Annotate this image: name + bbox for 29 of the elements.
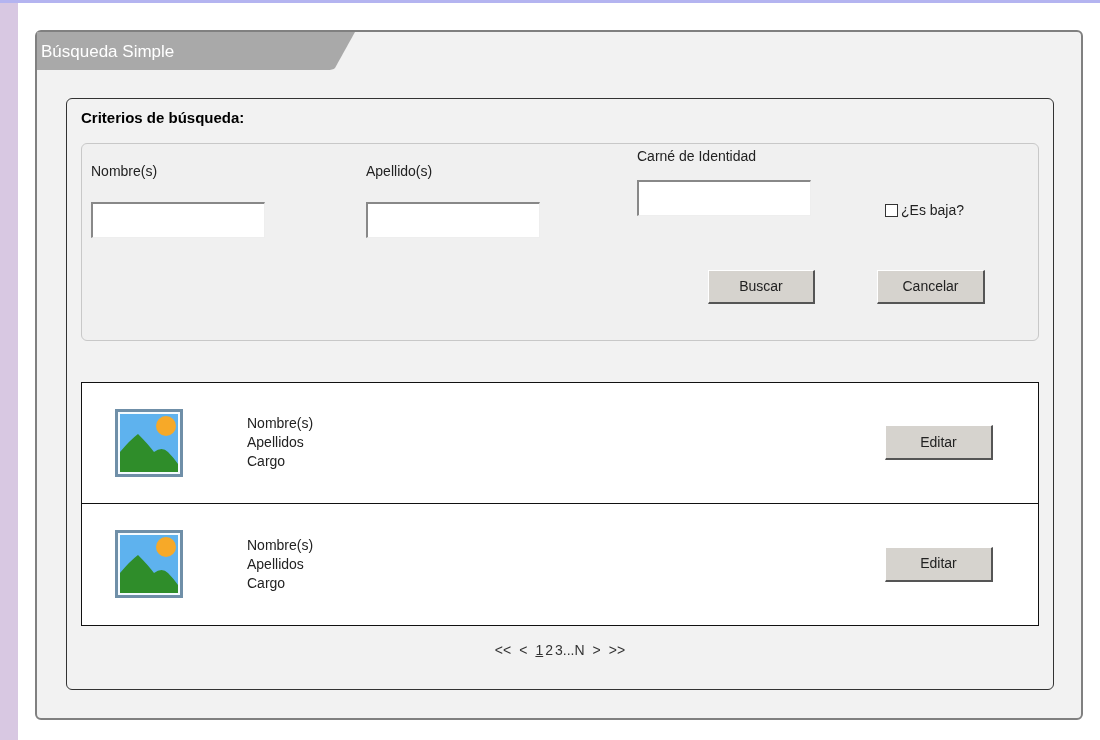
- result-text: Cargo: [247, 452, 286, 472]
- page-link[interactable]: 3...N: [555, 639, 585, 661]
- image-icon: [114, 407, 184, 478]
- input-field[interactable]: [637, 179, 811, 216]
- checkbox-label: ¿Es baja?: [901, 200, 965, 220]
- button[interactable]: Cancelar: [877, 269, 985, 304]
- result-text: Nombre(s): [247, 535, 314, 555]
- field-label: Nombre(s): [91, 161, 158, 181]
- button[interactable]: Buscar: [708, 269, 815, 304]
- previous-page-link[interactable]: <: [519, 639, 528, 661]
- field-label: Apellido(s): [366, 161, 433, 181]
- first-page-link[interactable]: <<: [494, 639, 512, 661]
- result-text: Apellidos: [247, 554, 304, 574]
- next-page-link[interactable]: >: [592, 639, 601, 661]
- field-label: Carné de Identidad: [637, 146, 757, 166]
- page-link[interactable]: 1: [535, 639, 544, 661]
- image-icon: [114, 529, 184, 600]
- result-text: Apellidos: [247, 433, 304, 453]
- edit-button[interactable]: Editar: [885, 425, 993, 461]
- last-page-link[interactable]: >>: [608, 639, 626, 661]
- input-field[interactable]: [366, 201, 540, 238]
- input-field[interactable]: [91, 201, 265, 238]
- result-text: Cargo: [247, 573, 286, 593]
- page-link[interactable]: 2: [545, 639, 553, 661]
- criteria-heading: Criterios de búsqueda:: [81, 108, 245, 128]
- edit-button[interactable]: Editar: [885, 546, 993, 582]
- panel-title: Búsqueda Simple: [41, 41, 175, 63]
- checkbox[interactable]: [885, 203, 898, 217]
- result-text: Nombre(s): [247, 414, 314, 434]
